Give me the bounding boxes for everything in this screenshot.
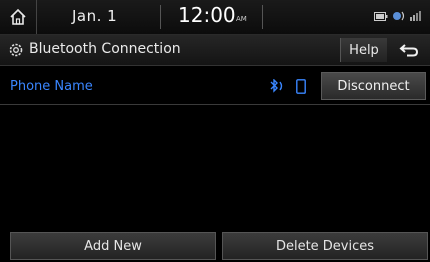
clock-time: 12:00	[178, 3, 236, 27]
status-icons	[374, 10, 424, 22]
home-icon	[10, 8, 26, 25]
back-arrow-icon	[399, 44, 419, 57]
battery-icon	[374, 11, 388, 21]
home-button[interactable]	[0, 0, 37, 34]
gear-icon	[9, 43, 23, 57]
add-new-button[interactable]: Add New	[10, 232, 216, 260]
bluetooth-audio-icon	[270, 79, 283, 93]
bluetooth-audio-icon	[393, 11, 405, 21]
status-bar: Jan. 1 12:00 AM	[0, 0, 430, 35]
date-display: Jan. 1	[72, 7, 118, 25]
device-name: Phone Name	[10, 79, 93, 94]
disconnect-button[interactable]: Disconnect	[321, 72, 426, 100]
title-bar: Bluetooth Connection Help	[0, 35, 430, 66]
help-button[interactable]: Help	[340, 38, 387, 62]
page-title: Bluetooth Connection	[29, 41, 181, 57]
back-button[interactable]	[390, 38, 428, 62]
phone-icon	[296, 79, 306, 94]
divider	[160, 5, 161, 29]
divider	[262, 5, 263, 29]
signal-icon	[410, 11, 421, 21]
device-list-item[interactable]: Phone Name Disconnect	[0, 70, 430, 105]
delete-devices-button[interactable]: Delete Devices	[222, 232, 428, 260]
clock-ampm: AM	[236, 15, 247, 23]
